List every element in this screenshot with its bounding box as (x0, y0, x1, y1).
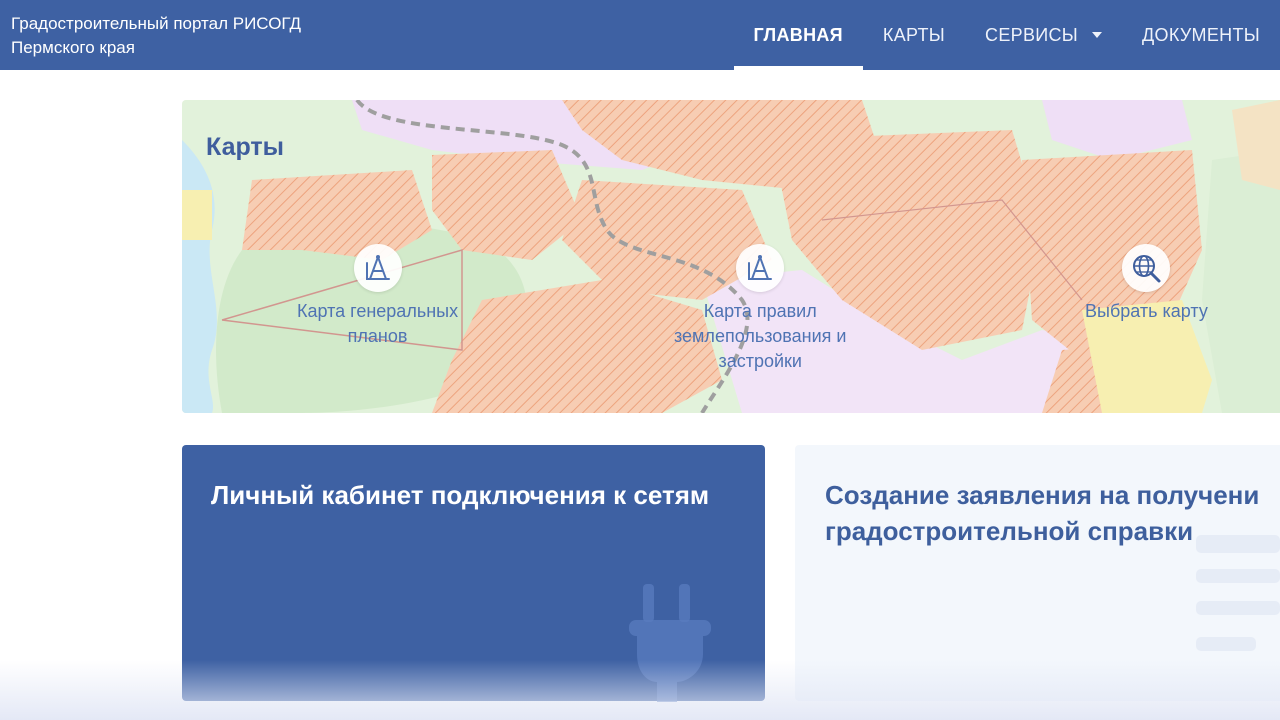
map-link-choose-map[interactable]: Выбрать карту (1085, 244, 1208, 324)
compass-ruler-icon (736, 244, 785, 292)
map-link-label-line: планов (347, 326, 408, 346)
document-lines-icon (1196, 535, 1280, 651)
nav-item-services-label: СЕРВИСЫ (985, 24, 1079, 45)
nav-item-home-label: ГЛАВНАЯ (753, 24, 843, 45)
nav-item-home[interactable]: ГЛАВНАЯ (733, 0, 864, 70)
nav-item-maps-label: КАРТЫ (882, 24, 946, 45)
map-link-label-line: Карта генеральных (297, 301, 459, 321)
portal-brand[interactable]: Градостроительный портал РИСОГД Пермског… (11, 12, 301, 60)
compass-ruler-icon (353, 244, 402, 292)
card-certificate-title-line: Создание заявления на получени (825, 480, 1260, 510)
map-link-land-use-rules-label: Карта правил землепользования и застройк… (674, 299, 846, 374)
brand-line-1: Градостроительный портал РИСОГД (11, 14, 302, 33)
nav-item-documents-label: ДОКУМЕНТЫ (1142, 24, 1260, 45)
map-link-label-line: Карта правил (703, 301, 817, 321)
maps-title: Карты (206, 133, 285, 161)
nav-item-services[interactable]: СЕРВИСЫ (965, 0, 1122, 70)
globe-search-icon (1122, 244, 1171, 292)
map-link-land-use-rules[interactable]: Карта правил землепользования и застройк… (674, 244, 846, 374)
nav-item-documents[interactable]: ДОКУМЕНТЫ (1122, 0, 1280, 70)
map-link-choose-map-label: Выбрать карту (1085, 299, 1208, 324)
nav-item-maps[interactable]: КАРТЫ (863, 0, 965, 70)
chevron-down-icon (1092, 32, 1103, 38)
map-link-label-line: землепользования и (674, 326, 847, 346)
map-link-general-plans[interactable]: Карта генеральных планов (297, 244, 458, 349)
card-network-connection-title: Личный кабинет подключения к сетям (211, 480, 710, 510)
maps-banner: Карты Карта генеральных планов Карта пра… (182, 100, 1280, 413)
brand-line-2: Пермского края (11, 38, 135, 57)
plug-icon (629, 584, 711, 702)
map-link-label-line: Выбрать карту (1085, 301, 1208, 321)
main-nav: ГЛАВНАЯ КАРТЫ СЕРВИСЫ ДОКУМЕНТЫ (733, 0, 1280, 70)
map-link-general-plans-label: Карта генеральных планов (297, 299, 458, 349)
top-header: Градостроительный портал РИСОГД Пермског… (0, 0, 1280, 70)
map-link-label-line: застройки (718, 351, 802, 371)
